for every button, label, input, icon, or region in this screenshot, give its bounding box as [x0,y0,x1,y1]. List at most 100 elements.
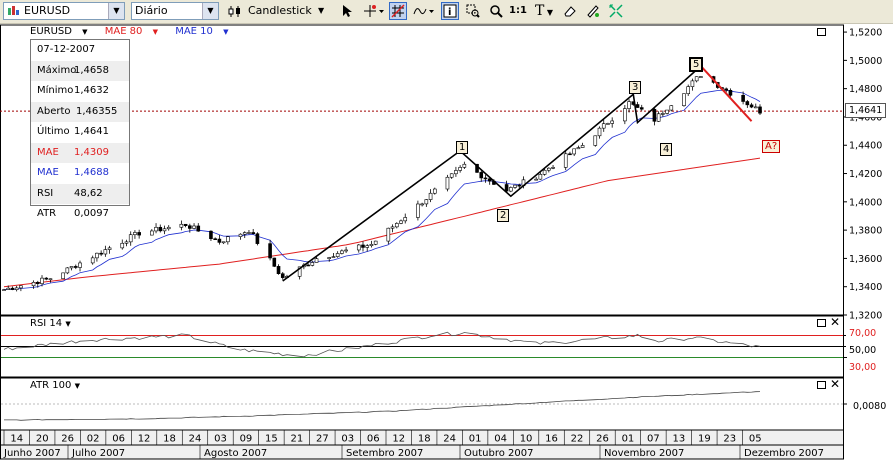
candle-body [221,241,226,244]
legend-mae10[interactable]: MAE 10 ▼ [175,26,235,37]
chart-area[interactable]: 1,52001,50001,48001,46001,44001,42001,40… [0,23,893,460]
candle-body [669,105,674,111]
rsi-panel[interactable] [1,331,843,358]
fit-button[interactable] [607,2,625,20]
info-label: ATR [37,208,57,219]
candle-body [724,88,729,91]
symbol-select[interactable]: EURUSD ▼ [3,2,125,20]
close-icon[interactable]: ✕ [830,316,840,328]
legend-mae80[interactable]: MAE 80 ▼ [105,26,165,37]
candle-body [213,238,217,241]
candle-body [247,232,251,234]
candle-body [103,249,108,255]
candle-body [686,86,691,94]
grid-button[interactable] [389,2,407,20]
wave-label-4[interactable]: 4 [660,143,673,156]
date-day-label: 20 [36,434,49,445]
zoom-area-button[interactable] [464,2,482,20]
chevron-down-icon[interactable]: ▼ [82,28,87,36]
info-label: MAE [37,146,59,158]
wave-label-3[interactable]: 3 [629,81,642,94]
zoom-reset-button[interactable]: 1:1 [509,2,527,20]
price-tick-label: 1,5200 [849,28,882,39]
candle-body [513,184,517,188]
close-icon[interactable]: ✕ [830,378,840,390]
info-row-atr: ATR 0,0097 [31,204,129,225]
candle-body [226,236,230,243]
period-select[interactable]: Diário ▼ [131,2,219,20]
legend-mae10-label: MAE 10 [175,26,213,37]
date-day-label: 12 [392,434,405,445]
rsi-level-50: 50,00 [846,344,880,357]
wave-label-1[interactable]: 1 [456,141,469,154]
chevron-down-icon[interactable]: ▼ [65,320,70,328]
maximize-icon[interactable] [817,319,826,327]
rsi-level-30: 30,00 [846,361,880,374]
price-tick-label: 1,5000 [849,56,882,67]
chevron-down-icon[interactable]: ▼ [153,28,158,36]
cursor-button[interactable] [338,2,356,20]
candle-body [568,153,572,156]
chevron-down-icon[interactable]: ▼ [75,382,80,390]
candle-body [272,257,277,267]
wave-label-2[interactable]: 2 [497,209,510,222]
legend-symbol[interactable]: EURUSD ▼ [30,26,95,37]
period-value: Diário [135,4,168,17]
date-day-label: 01 [622,434,635,445]
atr-title-label: ATR 100 [30,380,72,391]
chevron-down-icon[interactable]: ▼ [223,28,228,36]
candle-body [386,227,391,242]
candle-body [623,108,627,122]
candle-body [335,253,340,257]
date-day-label: 19 [698,434,711,445]
candle-body [420,203,424,206]
date-day-label: 04 [494,434,507,445]
info-row-mae80: MAE 1,4309 [31,142,129,163]
chevron-down-icon[interactable]: ▼ [108,3,124,19]
date-month-label: Junho 2007 [3,448,61,459]
date-day-label: 03 [214,434,227,445]
candle-body [137,232,141,236]
candle-body [128,234,133,243]
zoom-button[interactable] [487,2,505,20]
candle-body [745,101,750,106]
candle-body [150,230,154,236]
atr-panel[interactable] [1,391,843,421]
date-day-label: 16 [545,434,558,445]
candle-body [344,249,348,252]
atr-panel-title[interactable]: ATR 100 ▼ [30,380,80,391]
maximize-icon[interactable] [817,381,826,389]
date-day-label: 01 [469,434,482,445]
candle-body [547,167,551,171]
candle-body [99,252,103,255]
crosshair-button[interactable] [362,2,386,20]
indicator-button[interactable] [412,2,436,20]
candle-body [133,232,137,236]
text-tool-button[interactable]: T ▼ [532,2,556,20]
rsi-panel-title[interactable]: RSI 14 ▼ [30,318,71,329]
date-day-label: 21 [290,434,303,445]
price-tick-label: 1,3600 [849,254,882,265]
candle-body [44,277,49,280]
grid-icon [391,4,405,18]
wave-label-5[interactable]: 5 [689,57,704,72]
candle-body [373,240,378,245]
date-day-label: 26 [61,434,74,445]
chevron-down-icon[interactable]: ▼ [202,3,218,19]
candlestick-icon [228,6,240,17]
candle-body [572,148,576,155]
draw-tool-icon [587,5,599,18]
maximize-icon[interactable] [817,28,826,36]
info-row-open: Aberto 1,46355 [31,101,129,122]
date-day-label: 26 [596,434,609,445]
info-label: Mínimo [37,85,74,96]
candle-body [699,76,703,78]
draw-tool-button[interactable] [584,2,602,20]
chart-type-button[interactable]: Candlestick ▼ [226,2,332,20]
last-price-label: 1,4641 [845,103,887,118]
candle-body [741,94,745,102]
chevron-down-icon[interactable]: ▼ [318,2,324,20]
eraser-button[interactable] [561,2,579,20]
info-button[interactable]: i [441,2,459,20]
wave-label-a[interactable]: A? [762,140,781,153]
